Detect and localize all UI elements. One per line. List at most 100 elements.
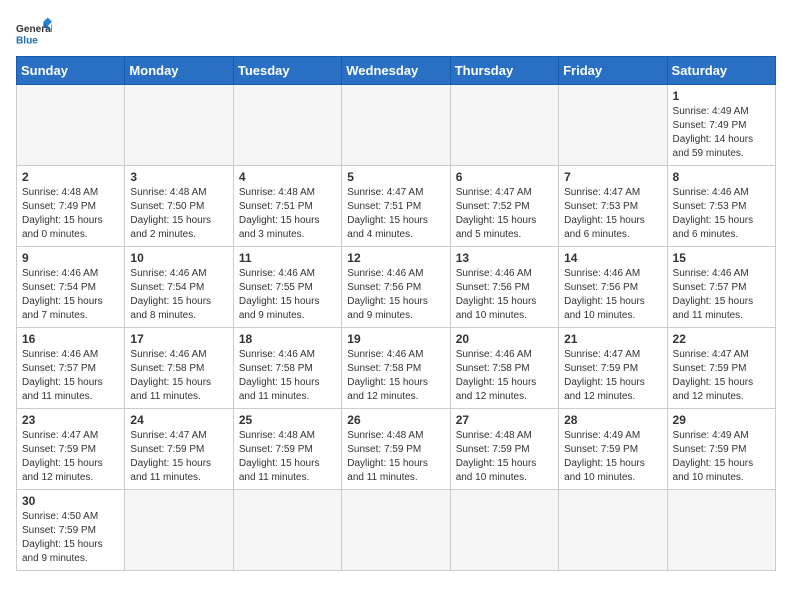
day-info: Sunrise: 4:47 AM Sunset: 7:59 PM Dayligh… [130,429,227,485]
calendar-cell: 26Sunrise: 4:48 AM Sunset: 7:59 PM Dayli… [342,409,450,490]
day-info: Sunrise: 4:46 AM Sunset: 7:58 PM Dayligh… [130,348,227,404]
day-number: 18 [239,332,336,346]
day-info: Sunrise: 4:46 AM Sunset: 7:57 PM Dayligh… [673,267,770,323]
week-row-2: 9 Sunrise: 4:46 AM Sunset: 7:54 PM Daylig… [17,247,776,328]
day-number: 21 [564,332,661,346]
day-info: Sunrise: 4:47 AM Sunset: 7:53 PM Dayligh… [564,186,661,242]
day-info: Sunrise: 4:49 AM Sunset: 7:59 PM Dayligh… [673,429,770,485]
week-row-1: 2 Sunrise: 4:48 AM Sunset: 7:49 PM Daylig… [17,166,776,247]
calendar-cell: 19 Sunrise: 4:46 AM Sunset: 7:58 PM Dayli… [342,328,450,409]
day-info: Sunrise: 4:46 AM Sunset: 7:56 PM Dayligh… [456,267,553,323]
day-info: Sunrise: 4:47 AM Sunset: 7:59 PM Dayligh… [564,348,661,404]
calendar-cell [450,85,558,166]
day-info: Sunrise: 4:46 AM Sunset: 7:58 PM Dayligh… [239,348,336,404]
day-number: 17 [130,332,227,346]
calendar-cell: 2 Sunrise: 4:48 AM Sunset: 7:49 PM Daylig… [17,166,125,247]
day-header-friday: Friday [559,57,667,85]
day-info: Sunrise: 4:46 AM Sunset: 7:58 PM Dayligh… [347,348,444,404]
week-row-5: 30 Sunrise: 4:50 AM Sunset: 7:59 PM Dayli… [17,490,776,571]
day-number: 23 [22,413,119,427]
day-number: 3 [130,170,227,184]
week-row-3: 16 Sunrise: 4:46 AM Sunset: 7:57 PM Dayli… [17,328,776,409]
calendar-cell: 14Sunrise: 4:46 AM Sunset: 7:56 PM Dayli… [559,247,667,328]
calendar-cell: 1Sunrise: 4:49 AM Sunset: 7:49 PM Daylig… [667,85,775,166]
calendar-cell: 22 Sunrise: 4:47 AM Sunset: 7:59 PM Dayli… [667,328,775,409]
day-info: Sunrise: 4:46 AM Sunset: 7:57 PM Dayligh… [22,348,119,404]
calendar-cell: 30 Sunrise: 4:50 AM Sunset: 7:59 PM Dayli… [17,490,125,571]
day-number: 4 [239,170,336,184]
calendar-cell: 16 Sunrise: 4:46 AM Sunset: 7:57 PM Dayli… [17,328,125,409]
header: General Blue [16,16,776,52]
calendar-cell: 25 Sunrise: 4:48 AM Sunset: 7:59 PM Dayli… [233,409,341,490]
day-info: Sunrise: 4:46 AM Sunset: 7:54 PM Dayligh… [130,267,227,323]
day-number: 12 [347,251,444,265]
day-number: 11 [239,251,336,265]
day-info: Sunrise: 4:46 AM Sunset: 7:55 PM Dayligh… [239,267,336,323]
day-info: Sunrise: 4:46 AM Sunset: 7:54 PM Dayligh… [22,267,119,323]
calendar-cell: 29 Sunrise: 4:49 AM Sunset: 7:59 PM Dayli… [667,409,775,490]
day-info: Sunrise: 4:50 AM Sunset: 7:59 PM Dayligh… [22,510,119,566]
calendar-cell: 13 Sunrise: 4:46 AM Sunset: 7:56 PM Dayli… [450,247,558,328]
calendar-cell: 18 Sunrise: 4:46 AM Sunset: 7:58 PM Dayli… [233,328,341,409]
calendar-cell: 12 Sunrise: 4:46 AM Sunset: 7:56 PM Dayli… [342,247,450,328]
calendar-cell: 9 Sunrise: 4:46 AM Sunset: 7:54 PM Daylig… [17,247,125,328]
day-info: Sunrise: 4:49 AM Sunset: 7:59 PM Dayligh… [564,429,661,485]
day-info: Sunrise: 4:47 AM Sunset: 7:51 PM Dayligh… [347,186,444,242]
calendar-cell [559,85,667,166]
day-number: 6 [456,170,553,184]
day-number: 22 [673,332,770,346]
day-number: 2 [22,170,119,184]
day-number: 7 [564,170,661,184]
day-number: 30 [22,494,119,508]
calendar-cell: 15 Sunrise: 4:46 AM Sunset: 7:57 PM Dayli… [667,247,775,328]
day-header-monday: Monday [125,57,233,85]
day-info: Sunrise: 4:47 AM Sunset: 7:59 PM Dayligh… [673,348,770,404]
day-info: Sunrise: 4:48 AM Sunset: 7:59 PM Dayligh… [456,429,553,485]
day-number: 29 [673,413,770,427]
calendar-cell: 11 Sunrise: 4:46 AM Sunset: 7:55 PM Dayli… [233,247,341,328]
logo: General Blue [16,16,52,52]
calendar-cell: 3 Sunrise: 4:48 AM Sunset: 7:50 PM Daylig… [125,166,233,247]
day-info: Sunrise: 4:48 AM Sunset: 7:49 PM Dayligh… [22,186,119,242]
day-info: Sunrise: 4:46 AM Sunset: 7:53 PM Dayligh… [673,186,770,242]
logo-icon: General Blue [16,16,52,52]
day-header-thursday: Thursday [450,57,558,85]
calendar-cell: 20Sunrise: 4:46 AM Sunset: 7:58 PM Dayli… [450,328,558,409]
day-info: Sunrise: 4:46 AM Sunset: 7:58 PM Dayligh… [456,348,553,404]
day-number: 1 [673,89,770,103]
day-header-saturday: Saturday [667,57,775,85]
day-number: 8 [673,170,770,184]
calendar-cell: 10Sunrise: 4:46 AM Sunset: 7:54 PM Dayli… [125,247,233,328]
week-row-4: 23 Sunrise: 4:47 AM Sunset: 7:59 PM Dayli… [17,409,776,490]
calendar-cell: 23 Sunrise: 4:47 AM Sunset: 7:59 PM Dayli… [17,409,125,490]
calendar-cell [559,490,667,571]
day-info: Sunrise: 4:46 AM Sunset: 7:56 PM Dayligh… [347,267,444,323]
week-row-0: 1Sunrise: 4:49 AM Sunset: 7:49 PM Daylig… [17,85,776,166]
day-info: Sunrise: 4:48 AM Sunset: 7:50 PM Dayligh… [130,186,227,242]
calendar-cell: 21 Sunrise: 4:47 AM Sunset: 7:59 PM Dayli… [559,328,667,409]
day-number: 19 [347,332,444,346]
day-header-sunday: Sunday [17,57,125,85]
calendar-cell [233,85,341,166]
calendar-cell [17,85,125,166]
calendar-cell: 24 Sunrise: 4:47 AM Sunset: 7:59 PM Dayli… [125,409,233,490]
day-header-wednesday: Wednesday [342,57,450,85]
calendar-cell: 27Sunrise: 4:48 AM Sunset: 7:59 PM Dayli… [450,409,558,490]
day-number: 25 [239,413,336,427]
calendar-cell: 28Sunrise: 4:49 AM Sunset: 7:59 PM Dayli… [559,409,667,490]
calendar-cell: 8 Sunrise: 4:46 AM Sunset: 7:53 PM Daylig… [667,166,775,247]
calendar-cell: 7 Sunrise: 4:47 AM Sunset: 7:53 PM Daylig… [559,166,667,247]
day-info: Sunrise: 4:47 AM Sunset: 7:59 PM Dayligh… [22,429,119,485]
calendar-cell [233,490,341,571]
day-number: 24 [130,413,227,427]
day-number: 16 [22,332,119,346]
calendar-cell: 17 Sunrise: 4:46 AM Sunset: 7:58 PM Dayli… [125,328,233,409]
day-number: 15 [673,251,770,265]
calendar-cell [125,85,233,166]
day-number: 14 [564,251,661,265]
day-number: 13 [456,251,553,265]
day-number: 5 [347,170,444,184]
day-number: 9 [22,251,119,265]
day-info: Sunrise: 4:48 AM Sunset: 7:59 PM Dayligh… [239,429,336,485]
calendar-cell [342,490,450,571]
